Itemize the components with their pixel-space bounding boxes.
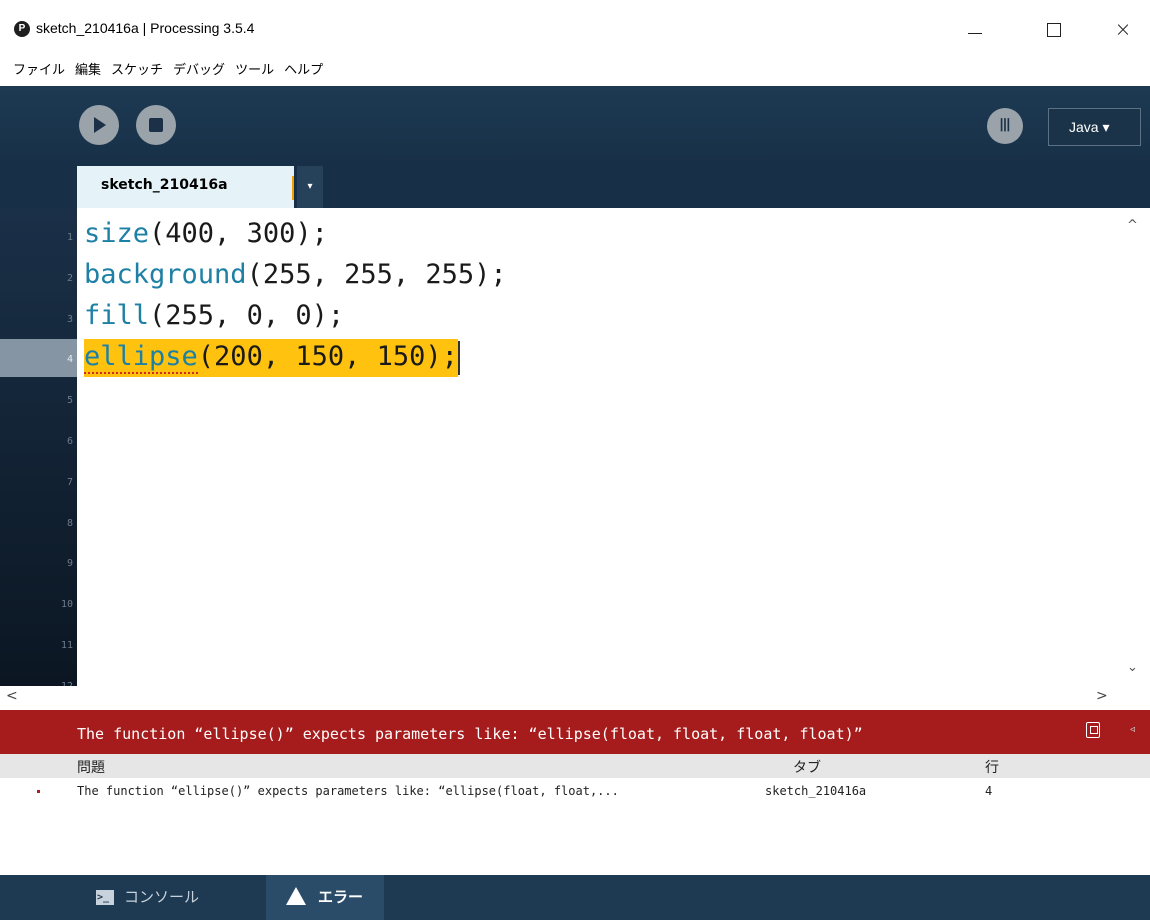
line-number: 7 [66,476,73,488]
code-line[interactable]: ellipse(200, 150, 150); [84,339,458,377]
code-line[interactable]: fill(255, 0, 0); [84,298,344,336]
function-name: fill [84,300,150,331]
tab-accent-marker [292,176,294,200]
line-number: 5 [66,395,73,407]
line-number: 11 [60,640,73,651]
run-button[interactable] [79,105,119,145]
scroll-right-arrow-icon[interactable]: > [1096,688,1108,704]
error-message-bar: The function “ellipse()” expects paramet… [0,710,1150,754]
tab-cell: sketch_210416a [765,784,867,798]
function-name: background [84,259,247,290]
debugger-butterfly-icon: ꔖ [999,116,1011,136]
play-icon [94,117,106,133]
text-caret [458,341,460,375]
menu-tools[interactable]: ツール [230,58,279,86]
vertical-scrollbar[interactable]: ^ ⌄ [1117,208,1150,686]
errors-tab-label: エラー [318,888,364,906]
code-line[interactable]: background(255, 255, 255); [84,257,507,295]
table-row[interactable]: The function “ellipse()” expects paramet… [0,782,1150,802]
footer-tabs: コンソール エラー [0,875,1150,920]
code-line[interactable]: size(400, 300); [84,216,328,254]
error-bullet-icon [37,790,40,793]
line-cell: 4 [985,784,993,798]
tab-sketch[interactable]: sketch_210416a [77,166,294,208]
tab-console[interactable]: コンソール [82,875,264,920]
column-header-tab[interactable]: タブ [793,757,821,777]
console-icon [96,875,114,920]
function-arguments: (255, 0, 0); [149,300,345,331]
maximize-button[interactable] [1030,14,1076,46]
line-number: 4 [66,354,73,366]
menu-file[interactable]: ファイル [8,58,70,86]
line-number: 9 [66,558,73,570]
sketch-tab-row: sketch_210416a ▾ [0,166,1150,208]
tab-menu-button[interactable]: ▾ [297,166,323,208]
line-number: 10 [60,599,73,611]
column-header-line[interactable]: 行 [985,757,999,777]
stop-button[interactable] [136,105,176,145]
line-number: 1 [66,232,73,243]
tab-label: sketch_210416a [101,177,228,193]
problems-table-header: 問題 タブ 行 [0,754,1150,778]
function-name: ellipse [84,341,198,374]
processing-app-icon: P [14,21,30,37]
line-number-gutter: 123456789101112 [0,208,77,692]
scroll-up-arrow-icon[interactable]: ^ [1127,218,1138,233]
stop-icon [149,118,163,132]
menu-sketch[interactable]: スケッチ [106,58,168,86]
code-editor[interactable]: size(400, 300); background(255, 255, 255)… [77,208,1117,686]
line-number: 2 [66,272,73,284]
copy-icon[interactable] [1086,722,1100,738]
function-arguments: (255, 255, 255); [246,259,507,290]
line-number: 6 [66,436,73,447]
line-number: 8 [66,517,73,529]
window-title: sketch_210416a | Processing 3.5.4 [36,20,255,36]
collapse-triangle-icon[interactable]: ◃ [1130,724,1135,735]
error-message: The function “ellipse()” expects paramet… [77,725,863,743]
window-titlebar: P sketch_210416a | Processing 3.5.4 × [0,0,1150,58]
line-number: 3 [66,313,73,325]
function-name: size [84,218,150,249]
debugger-button[interactable]: ꔖ [987,108,1023,144]
close-button[interactable]: × [1100,14,1146,46]
mode-selector[interactable]: Java ▾ [1048,108,1141,146]
menu-debug[interactable]: デバッグ [168,58,230,86]
function-arguments: (200, 150, 150); [197,341,458,372]
column-header-problem[interactable]: 問題 [77,757,105,777]
menu-help[interactable]: ヘルプ [279,58,328,86]
tab-errors[interactable]: エラー [266,875,384,920]
problem-cell: The function “ellipse()” expects paramet… [77,784,619,798]
console-tab-label: コンソール [124,888,200,906]
warning-icon [286,887,306,920]
menu-bar: ファイル 編集 スケッチ デバッグ ツール ヘルプ [0,58,1150,86]
function-arguments: (400, 300); [149,218,328,249]
minimize-button[interactable] [952,14,998,46]
scroll-left-arrow-icon[interactable]: < [6,688,18,704]
scroll-down-arrow-icon[interactable]: ⌄ [1127,660,1138,675]
horizontal-scrollbar[interactable]: < > [0,686,1150,710]
toolbar: ꔖ Java ▾ [0,86,1150,166]
problems-panel: 問題 タブ 行 The function “ellipse()” expects… [0,754,1150,875]
menu-edit[interactable]: 編集 [70,58,106,86]
